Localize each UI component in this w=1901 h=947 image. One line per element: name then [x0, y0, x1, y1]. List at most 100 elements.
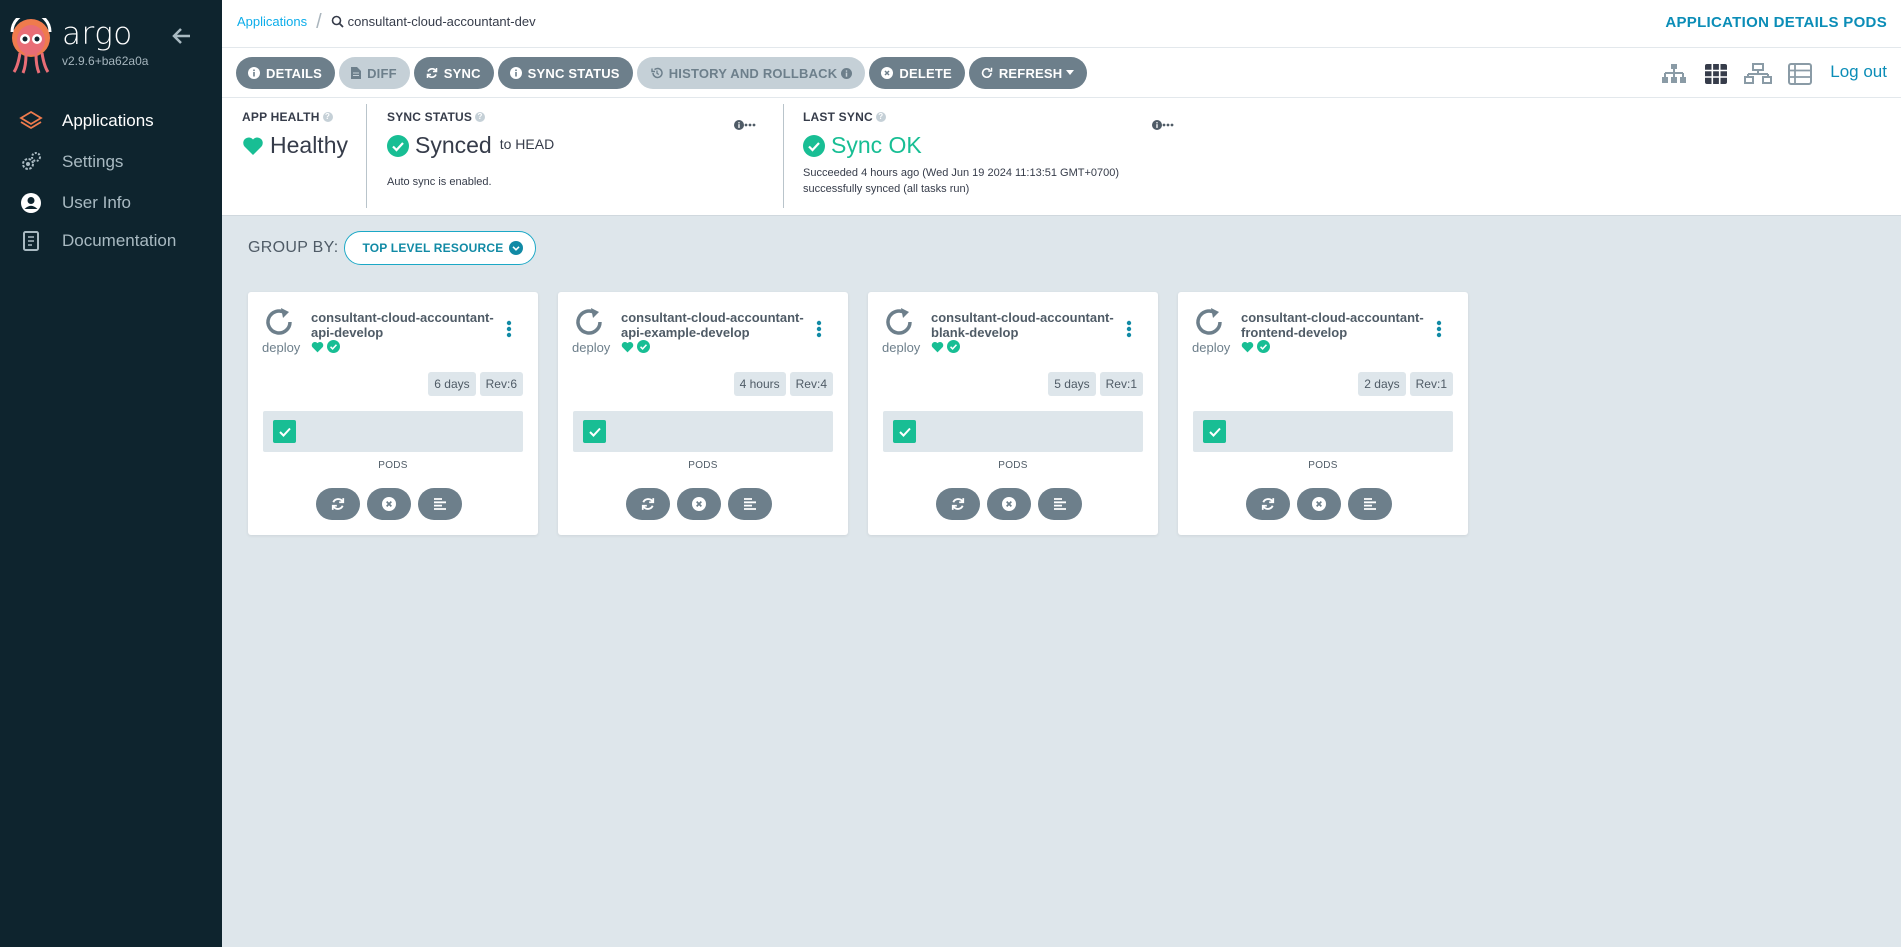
- app-health-title: APP HEALTH: [242, 110, 320, 124]
- sync-resource-button[interactable]: [626, 488, 670, 520]
- delete-resource-button[interactable]: [987, 488, 1031, 520]
- age-badge: 2 days: [1358, 372, 1406, 396]
- history-icon: [650, 67, 663, 79]
- logs-button[interactable]: [1348, 488, 1392, 520]
- help-icon[interactable]: ?: [875, 112, 886, 122]
- revision-badge: Rev:4: [789, 372, 833, 396]
- breadcrumb-applications-link[interactable]: Applications: [237, 14, 307, 29]
- check-circle-icon: [387, 134, 409, 157]
- resource-card[interactable]: deploy consultant-cloud-accountant-api-d…: [248, 292, 538, 535]
- sync-icon: [331, 498, 345, 510]
- pods-grid-view-icon[interactable]: [1701, 61, 1731, 87]
- more-menu-icon[interactable]: [506, 320, 512, 343]
- sync-resource-button[interactable]: [1246, 488, 1290, 520]
- resource-kind: deploy: [1192, 340, 1231, 355]
- resource-tags: 2 days Rev:1: [1354, 372, 1453, 396]
- info-icon: [734, 120, 744, 130]
- network-view-icon[interactable]: [1743, 61, 1773, 87]
- breadcrumb-current-label: consultant-cloud-accountant-dev: [347, 14, 536, 29]
- app-health-section: APP HEALTH? Healthy: [242, 110, 348, 159]
- check-circle-icon: [327, 340, 340, 353]
- more-menu-icon[interactable]: [1436, 320, 1442, 343]
- history-rollback-button[interactable]: HISTORY AND ROLLBACK: [636, 57, 866, 89]
- delete-resource-button[interactable]: [1297, 488, 1341, 520]
- breadcrumb-current[interactable]: consultant-cloud-accountant-dev: [331, 14, 536, 29]
- tree-view-icon[interactable]: [1659, 61, 1689, 87]
- sidebar-item-documentation[interactable]: Documentation: [0, 222, 222, 260]
- sync-button[interactable]: SYNC: [413, 57, 494, 89]
- close-circle-icon: [382, 497, 396, 511]
- logout-link[interactable]: Log out: [1830, 62, 1887, 82]
- help-icon[interactable]: ?: [322, 112, 333, 122]
- align-left-icon: [744, 498, 756, 510]
- breadcrumb-separator: /: [316, 10, 322, 33]
- group-by-label: GROUP BY:: [248, 239, 339, 256]
- pod-status-check-icon[interactable]: [273, 420, 296, 443]
- sidebar-item-applications[interactable]: Applications: [0, 102, 222, 140]
- check-circle-icon: [1257, 340, 1270, 353]
- logs-button[interactable]: [728, 488, 772, 520]
- pod-status-check-icon[interactable]: [1203, 420, 1226, 443]
- details-button[interactable]: DETAILS: [236, 57, 336, 89]
- sidebar-item-label: Applications: [62, 111, 154, 130]
- breadcrumb: Applications / consultant-cloud-accounta…: [237, 10, 536, 33]
- sync-status-label: SYNC STATUS: [527, 65, 620, 81]
- info-icon: [509, 67, 522, 79]
- resource-card[interactable]: deploy consultant-cloud-accountant-blank…: [868, 292, 1158, 535]
- pod-status-check-icon[interactable]: [583, 420, 606, 443]
- diff-button[interactable]: DIFF: [339, 57, 410, 89]
- info-icon: [248, 67, 260, 79]
- sync-status-value-row: Synced to HEAD: [387, 132, 762, 159]
- heart-icon: [311, 341, 324, 352]
- delete-button[interactable]: DELETE: [869, 57, 965, 89]
- more-menu-icon[interactable]: [816, 320, 822, 343]
- delete-resource-button[interactable]: [677, 488, 721, 520]
- last-sync-value-row: Sync OK: [803, 132, 1203, 159]
- list-view-icon[interactable]: [1785, 61, 1815, 87]
- resource-name-line: api-example-develop: [621, 325, 750, 340]
- sync-status-title: SYNC STATUS: [387, 110, 473, 124]
- sidebar-item-settings[interactable]: Settings: [0, 143, 222, 181]
- sync-resource-button[interactable]: [936, 488, 980, 520]
- resource-card[interactable]: deploy consultant-cloud-accountant-front…: [1178, 292, 1468, 535]
- gears-icon: [18, 149, 44, 175]
- resource-name: consultant-cloud-accountant-frontend-dev…: [1241, 310, 1431, 340]
- top-bar: Applications / consultant-cloud-accounta…: [222, 0, 1901, 48]
- resource-status-icons: [311, 340, 340, 353]
- sync-status-more-button[interactable]: [734, 120, 756, 130]
- pods-bar: [263, 411, 523, 452]
- layers-icon: [18, 108, 44, 134]
- resource-actions: [936, 488, 1089, 520]
- resource-card[interactable]: deploy consultant-cloud-accountant-api-e…: [558, 292, 848, 535]
- pod-status-check-icon[interactable]: [893, 420, 916, 443]
- sync-resource-button[interactable]: [316, 488, 360, 520]
- sync-icon: [426, 67, 438, 79]
- last-sync-more-button[interactable]: [1152, 120, 1174, 130]
- deployment-refresh-icon: [266, 308, 292, 335]
- sync-status-button[interactable]: SYNC STATUS: [497, 57, 633, 89]
- pods-label: PODS: [998, 460, 1028, 471]
- argo-logo: [10, 18, 52, 74]
- align-left-icon: [1054, 498, 1066, 510]
- resource-kind: deploy: [262, 340, 301, 355]
- group-by-select[interactable]: TOP LEVEL RESOURCE: [344, 231, 537, 265]
- refresh-button[interactable]: REFRESH: [968, 57, 1088, 89]
- logs-button[interactable]: [1038, 488, 1082, 520]
- delete-resource-button[interactable]: [367, 488, 411, 520]
- more-menu-icon[interactable]: [1126, 320, 1132, 343]
- collapse-sidebar-button[interactable]: [170, 24, 196, 48]
- sidebar-item-user-info[interactable]: User Info: [0, 184, 222, 222]
- close-circle-icon: [692, 497, 706, 511]
- logs-button[interactable]: [418, 488, 462, 520]
- sync-icon: [1261, 498, 1275, 510]
- help-icon[interactable]: ?: [475, 112, 486, 122]
- info-icon: [1152, 120, 1162, 130]
- diff-label: DIFF: [367, 65, 397, 81]
- resource-status-icons: [621, 340, 650, 353]
- resource-name: consultant-cloud-accountant-api-develop: [311, 310, 501, 340]
- last-sync-message: successfully synced (all tasks run): [803, 183, 970, 195]
- pods-bar: [883, 411, 1143, 452]
- deployment-refresh-icon: [886, 308, 912, 335]
- close-circle-icon: [1002, 497, 1016, 511]
- book-icon: [18, 228, 44, 254]
